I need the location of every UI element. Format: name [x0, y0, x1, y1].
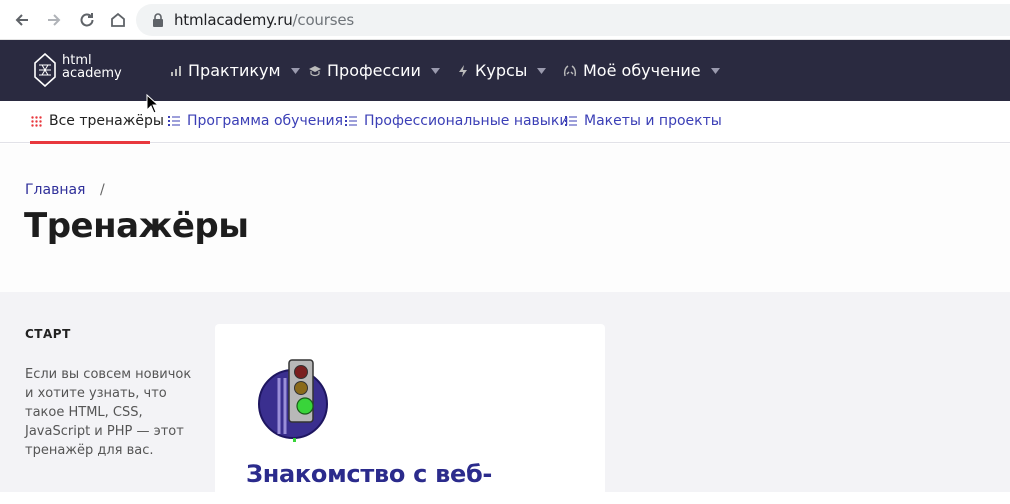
main-navigation: html academy Практикум Профессии Курсы М…	[0, 40, 1010, 101]
chevron-down-icon	[290, 67, 300, 74]
section-title: СТАРТ	[25, 327, 71, 341]
nav-praktikum[interactable]: Практикум	[170, 61, 300, 80]
site-logo[interactable]: html academy	[33, 53, 129, 89]
nav-label: Практикум	[188, 61, 281, 80]
browser-toolbar: htmlacademy.ru/courses	[0, 0, 1010, 40]
breadcrumb: Главная /	[25, 182, 105, 198]
address-bar[interactable]: htmlacademy.ru/courses	[136, 4, 1010, 36]
graduation-cap-icon	[309, 65, 321, 76]
traffic-light-illustration	[258, 359, 328, 442]
course-card[interactable]: Знакомство с веб-	[215, 324, 605, 504]
forward-icon[interactable]	[42, 8, 66, 32]
lightning-icon	[459, 64, 467, 77]
list-icon	[168, 116, 180, 126]
lock-icon	[153, 13, 163, 27]
reload-icon[interactable]	[75, 8, 99, 32]
breadcrumb-home-link[interactable]: Главная	[25, 182, 85, 198]
bar-chart-icon	[171, 65, 181, 76]
course-title[interactable]: Знакомство с веб-	[246, 460, 492, 488]
url-text: htmlacademy.ru/courses	[174, 11, 354, 29]
chevron-down-icon	[710, 67, 720, 74]
nav-kursy[interactable]: Курсы	[457, 61, 547, 80]
tab-study-program[interactable]: Программа обучения	[168, 113, 343, 129]
mouse-cursor-icon	[146, 94, 160, 114]
tab-all-trainers[interactable]: Все тренажёры	[31, 113, 164, 129]
nav-label: Моё обучение	[583, 61, 701, 80]
nav-label: Профессии	[327, 61, 421, 80]
nav-moe-obuchenie[interactable]: Моё обучение	[563, 61, 720, 80]
tab-label: Макеты и проекты	[584, 113, 722, 129]
tab-pro-skills[interactable]: Профессиональные навыки	[345, 113, 568, 129]
chevron-down-icon	[537, 67, 547, 74]
page-title: Тренажёры	[24, 206, 249, 246]
section-description: Если вы совсем новичок и хотите узнать, …	[25, 367, 192, 458]
home-icon[interactable]	[106, 8, 130, 32]
breadcrumb-separator: /	[99, 182, 105, 198]
chevron-down-icon	[430, 67, 440, 74]
logo-text: html academy	[62, 53, 122, 81]
logo-icon	[34, 53, 56, 87]
back-icon[interactable]	[10, 8, 34, 32]
laurel-icon	[563, 64, 577, 76]
tab-label: Все тренажёры	[49, 113, 164, 129]
list-icon	[565, 116, 577, 126]
tab-label: Программа обучения	[187, 113, 343, 129]
list-icon	[345, 116, 357, 126]
nav-label: Курсы	[475, 61, 528, 80]
tab-label: Профессиональные навыки	[364, 113, 569, 129]
tab-layouts-projects[interactable]: Макеты и проекты	[565, 113, 722, 129]
main-content: СТАРТ Если вы совсем новичок и хотите уз…	[0, 292, 1010, 504]
grid-dots-icon	[31, 115, 42, 127]
page-header: Главная / Тренажёры	[0, 144, 1010, 292]
nav-professii[interactable]: Профессии	[309, 61, 440, 80]
